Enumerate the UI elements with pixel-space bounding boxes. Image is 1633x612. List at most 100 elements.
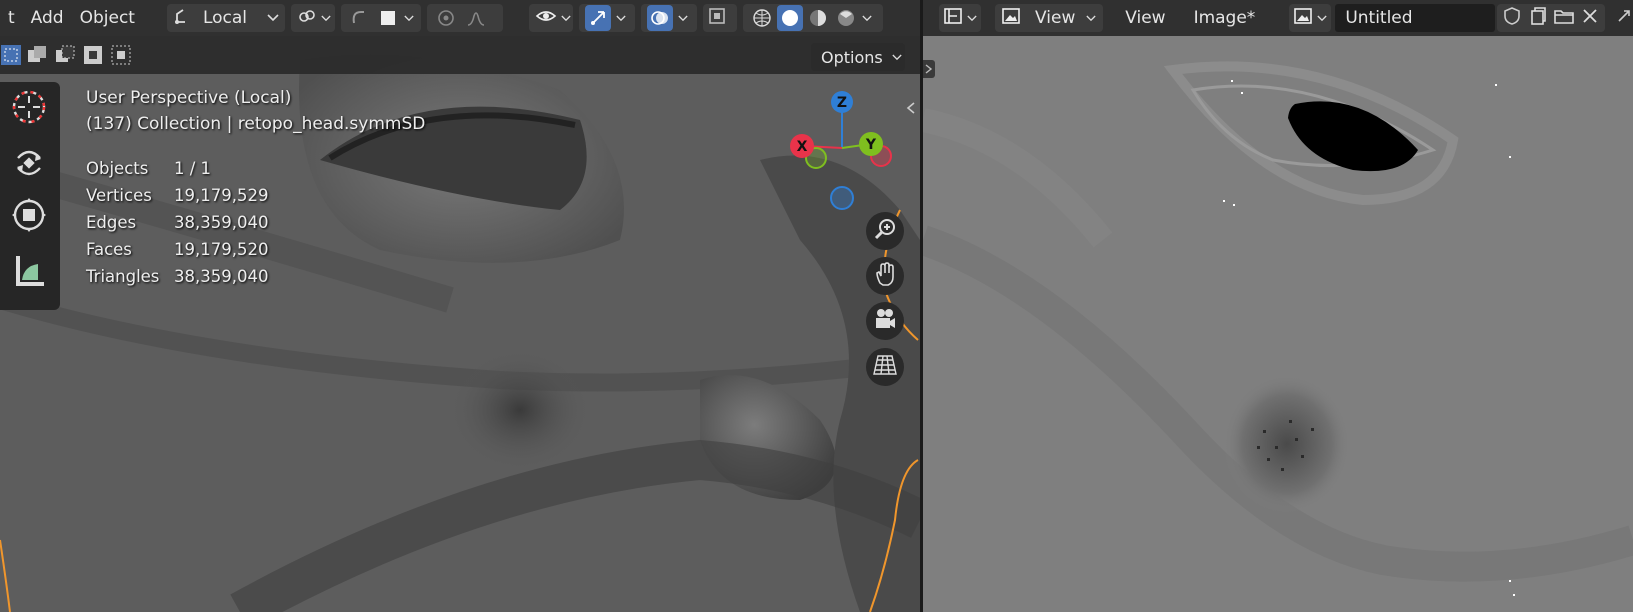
stat-label: Edges [86, 213, 137, 232]
move-icon [10, 196, 48, 238]
image-browse-icon [1293, 6, 1313, 30]
gizmo-toggle-icon[interactable] [584, 5, 611, 31]
image-name-field[interactable]: Untitled [1335, 4, 1495, 32]
link-icon [297, 6, 317, 30]
fake-user-button[interactable] [1499, 5, 1525, 31]
snap-element-icon[interactable] [375, 5, 399, 31]
image-editor-type-icon [943, 6, 963, 30]
navigation-gizmo[interactable]: Z X Y [780, 86, 900, 216]
camera-icon [872, 306, 898, 336]
close-icon [1581, 7, 1599, 29]
options-label: Options [821, 47, 883, 67]
cursor-tool[interactable] [8, 88, 50, 130]
view-mode-dropdown[interactable]: View [995, 4, 1104, 32]
left-toolbar [0, 82, 60, 310]
open-image-button[interactable] [1551, 5, 1577, 31]
chevron-down-icon [891, 51, 903, 63]
toolbar-expand-icon[interactable] [923, 60, 935, 78]
viewport-header: t Add Object Local [0, 0, 920, 36]
xray-icon [707, 6, 727, 30]
x-axis-label: X [797, 139, 808, 155]
perspective-toggle-button[interactable] [866, 348, 904, 386]
gizmo-dropdown[interactable] [578, 4, 635, 32]
material-shading-icon[interactable] [805, 5, 831, 31]
image-browse-dropdown[interactable] [1289, 4, 1332, 32]
chevron-down-icon [1085, 12, 1097, 24]
orientation-label: Local [202, 8, 248, 28]
menu-image[interactable]: Image* [1186, 8, 1264, 28]
chevron-down-icon [267, 12, 279, 24]
chevron-down-icon [967, 12, 977, 24]
menu-add[interactable]: Add [23, 8, 72, 28]
collection-info: (137) Collection | retopo_head.symmSD [86, 114, 426, 134]
menu-object[interactable]: Object [72, 8, 143, 28]
chevron-down-icon [1317, 12, 1327, 24]
solid-shading-icon[interactable] [776, 5, 803, 31]
chevron-down-icon[interactable] [861, 12, 873, 24]
select-subtract-icon[interactable] [54, 44, 76, 66]
select-invert-icon[interactable] [82, 44, 104, 66]
select-extend-icon[interactable] [26, 44, 48, 66]
transform-orientation-dropdown[interactable]: Local [166, 4, 285, 32]
menu-select[interactable]: t [0, 8, 23, 28]
chevron-down-icon [677, 12, 689, 24]
overlays-toggle-icon[interactable] [646, 5, 673, 31]
zoom-button[interactable] [866, 212, 904, 250]
zoom-icon [872, 216, 898, 246]
new-image-icon [1528, 6, 1548, 30]
measure-tool[interactable] [8, 252, 50, 294]
proportional-editing-group [426, 4, 503, 32]
z-axis-label: Z [837, 95, 847, 111]
camera-view-button[interactable] [866, 302, 904, 340]
options-dropdown[interactable]: Options [811, 43, 905, 71]
normal-map-texture [923, 0, 1633, 612]
stat-label: Triangles [86, 267, 160, 286]
snapping-group [340, 4, 421, 32]
select-intersect-icon[interactable] [110, 44, 132, 66]
hand-icon [872, 261, 898, 291]
view-mode-label: View [1035, 8, 1076, 28]
rotate-icon [10, 144, 48, 186]
cursor-icon [10, 88, 48, 130]
grid-icon [872, 352, 898, 382]
stat-value: 1 / 1 [174, 159, 212, 178]
orientation-icon [173, 6, 193, 30]
falloff-curve-icon[interactable] [463, 5, 489, 31]
neg-z-axis-handle[interactable] [830, 186, 854, 210]
select-new-icon[interactable] [0, 44, 22, 66]
chevron-down-icon [321, 12, 331, 24]
xray-toggle[interactable] [702, 4, 737, 32]
editor-type-dropdown[interactable] [939, 4, 981, 32]
pin-icon[interactable] [1615, 7, 1633, 29]
stat-value: 38,359,040 [174, 213, 269, 232]
chevron-down-icon[interactable] [404, 12, 415, 24]
stat-value: 19,179,529 [174, 186, 269, 205]
image-actions-group [1497, 4, 1605, 32]
menu-view[interactable]: View [1117, 8, 1173, 28]
sidebar-expand-icon[interactable] [904, 100, 918, 114]
pivot-point-dropdown[interactable] [290, 4, 335, 32]
chevron-down-icon [615, 12, 627, 24]
move-tool[interactable] [8, 196, 50, 238]
y-axis-label: Y [865, 137, 877, 153]
pan-button[interactable] [866, 257, 904, 295]
eye-selectable-icon [535, 6, 557, 30]
viewport-3d[interactable]: t Add Object Local Options User Perspect… [0, 0, 920, 612]
proportional-editing-icon[interactable] [433, 5, 459, 31]
rotate-tool[interactable] [8, 144, 50, 186]
wireframe-shading-icon[interactable] [749, 5, 775, 31]
snap-toggle-icon[interactable] [347, 5, 371, 31]
view-name: User Perspective (Local) [86, 88, 292, 108]
unlink-image-button[interactable] [1577, 5, 1603, 31]
visibility-dropdown[interactable] [528, 4, 573, 32]
folder-icon [1553, 6, 1575, 30]
image-icon [1001, 6, 1021, 30]
rendered-shading-icon[interactable] [833, 5, 859, 31]
image-editor[interactable]: View View Image* Untitled [923, 0, 1633, 612]
shield-icon [1502, 6, 1522, 30]
stat-value: 38,359,040 [174, 267, 269, 286]
stat-label: Faces [86, 240, 132, 259]
overlays-dropdown[interactable] [640, 4, 697, 32]
stat-value: 19,179,520 [174, 240, 269, 259]
new-image-button[interactable] [1525, 5, 1551, 31]
